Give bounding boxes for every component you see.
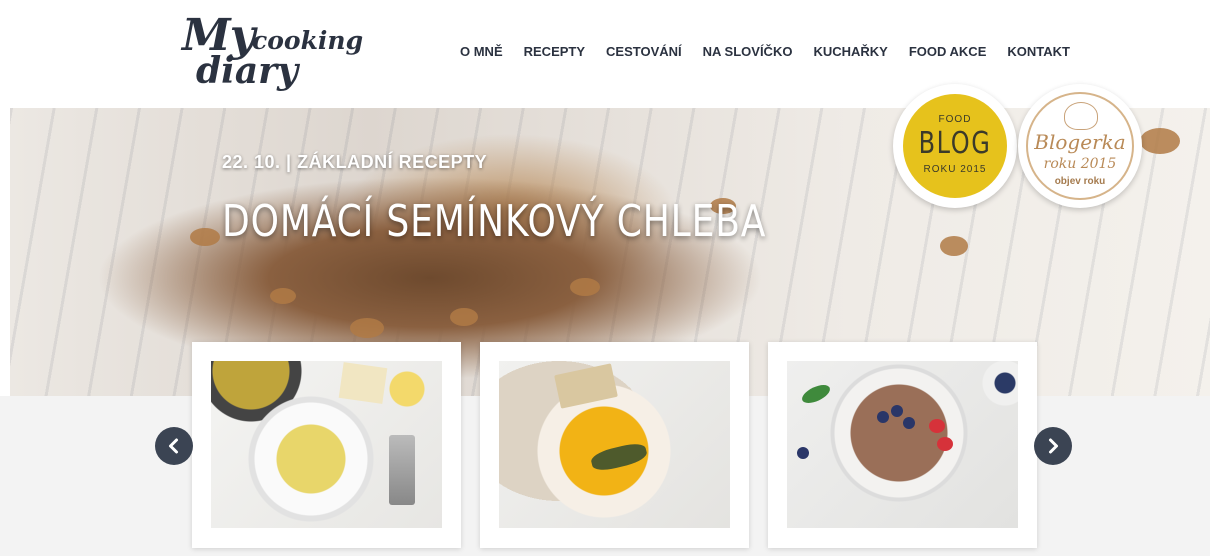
- food-blog-badge-top: FOOD: [938, 114, 972, 125]
- blogerka-badge-sub: objev roku: [1054, 176, 1106, 187]
- blogerka-badge-year: roku 2015: [1043, 156, 1117, 172]
- food-blog-badge-main: BLOG: [918, 126, 992, 161]
- recipe-card[interactable]: [768, 342, 1037, 548]
- image-decor: [891, 405, 903, 417]
- image-decor: [797, 447, 809, 459]
- recipe-image-pasta[interactable]: [211, 361, 442, 528]
- blogerka-badge-main: Blogerka: [1034, 130, 1126, 154]
- nav-item-food-akce[interactable]: FOOD AKCE: [909, 44, 987, 59]
- image-decor: [877, 411, 889, 423]
- image-decor: [389, 435, 415, 505]
- image-decor: [937, 437, 953, 451]
- site-logo[interactable]: My cooking diary: [178, 10, 363, 100]
- hero-decor: [1140, 128, 1180, 154]
- recipe-image-hummus[interactable]: [499, 361, 730, 528]
- hero-decor: [190, 228, 220, 246]
- image-decor: [338, 362, 388, 404]
- food-blog-badge-inner: FOOD BLOG ROKU 2015: [903, 94, 1007, 198]
- food-blog-badge: FOOD BLOG ROKU 2015: [893, 84, 1017, 208]
- image-decor: [799, 381, 833, 407]
- hero-decor: [940, 236, 968, 256]
- main-nav: O MNĚ RECEPTY CESTOVÁNÍ NA SLOVÍČKO KUCH…: [460, 44, 1091, 59]
- nav-item-recepty[interactable]: RECEPTY: [524, 44, 585, 59]
- hero-decor: [450, 308, 478, 326]
- post-title[interactable]: DOMÁCÍ SEMÍNKOVÝ CHLEBA: [222, 196, 766, 247]
- blogerka-badge-inner: Blogerka roku 2015 objev roku: [1026, 92, 1134, 200]
- hero-decor: [350, 318, 384, 338]
- nav-item-cestovani[interactable]: CESTOVÁNÍ: [606, 44, 682, 59]
- chevron-right-icon: [1049, 438, 1058, 454]
- post-meta[interactable]: 22. 10. | ZÁKLADNÍ RECEPTY: [222, 152, 487, 173]
- nav-item-na-slovicko[interactable]: NA SLOVÍČKO: [703, 44, 793, 59]
- carousel-prev-button[interactable]: [155, 427, 193, 465]
- image-decor: [554, 363, 618, 409]
- food-blog-badge-bottom: ROKU 2015: [923, 164, 987, 175]
- carousel-next-button[interactable]: [1034, 427, 1072, 465]
- recipe-image-porridge[interactable]: [787, 361, 1018, 528]
- image-decor: [589, 440, 649, 474]
- logo-word-diary: diary: [196, 50, 299, 92]
- image-decor: [903, 417, 915, 429]
- hero-decor: [570, 278, 600, 296]
- recipe-card[interactable]: [192, 342, 461, 548]
- image-decor: [929, 419, 945, 433]
- chevron-left-icon: [169, 438, 178, 454]
- recipe-card[interactable]: [480, 342, 749, 548]
- site-header: My cooking diary O MNĚ RECEPTY CESTOVÁNÍ…: [0, 0, 1210, 108]
- blogerka-badge: Blogerka roku 2015 objev roku: [1018, 84, 1142, 208]
- hero-decor: [270, 288, 296, 304]
- woman-profile-icon: [1064, 102, 1098, 130]
- nav-item-kucharky[interactable]: KUCHAŘKY: [813, 44, 887, 59]
- nav-item-kontakt[interactable]: KONTAKT: [1007, 44, 1070, 59]
- nav-item-o-mne[interactable]: O MNĚ: [460, 44, 503, 59]
